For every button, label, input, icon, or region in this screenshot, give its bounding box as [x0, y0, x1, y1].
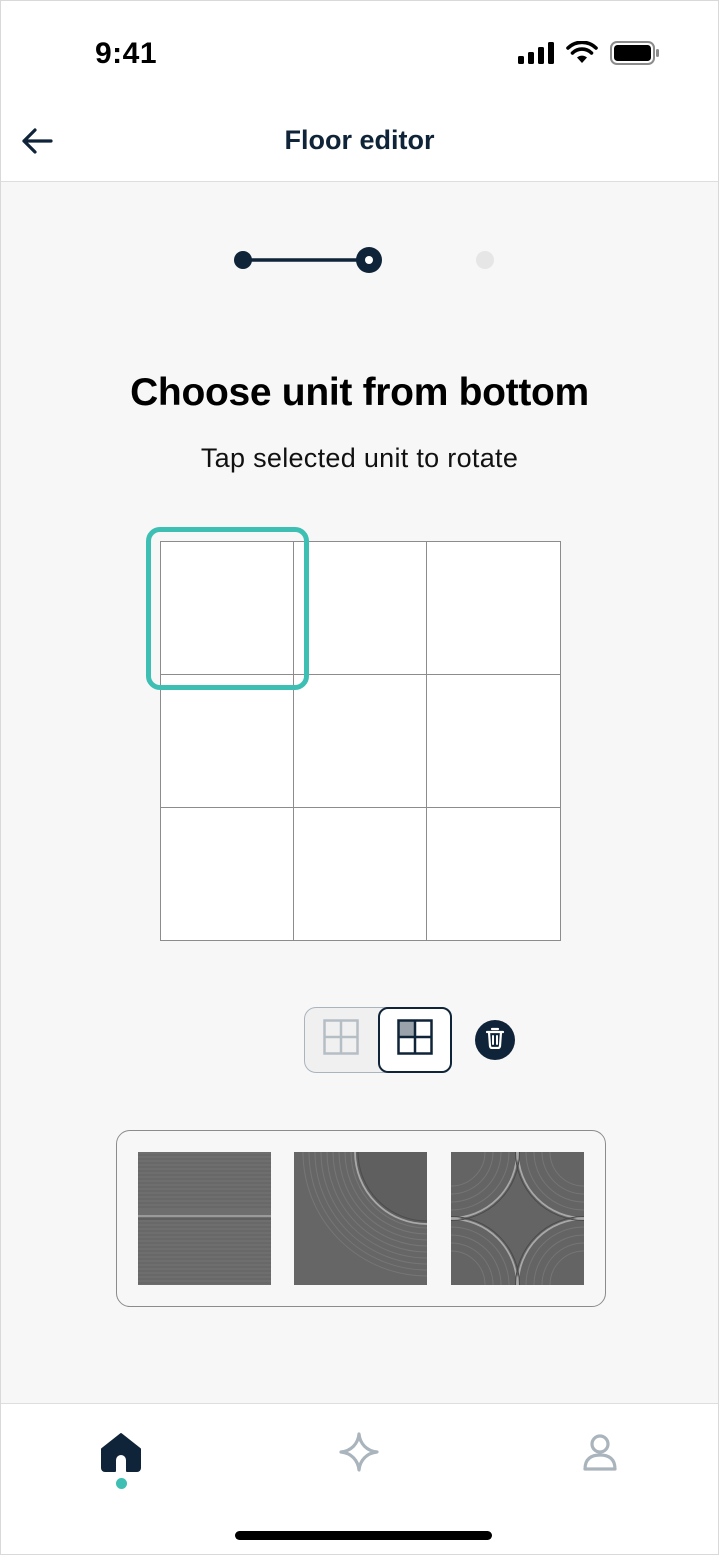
- top-app-bar: Floor editor: [1, 101, 718, 182]
- trash-icon: [485, 1027, 505, 1054]
- grid-mode-toggle: [304, 1006, 452, 1073]
- active-nav-indicator: [116, 1478, 127, 1489]
- grid-cell-1-1[interactable]: [161, 542, 294, 675]
- step-3-dot: [476, 251, 494, 269]
- grid-cell-2-2[interactable]: [294, 675, 427, 808]
- grid-cell-3-3[interactable]: [427, 808, 560, 940]
- page-title: Choose unit from bottom: [130, 371, 589, 414]
- nav-home[interactable]: [91, 1424, 151, 1484]
- home-indicator: [235, 1531, 492, 1540]
- grid-cell-2-3[interactable]: [427, 675, 560, 808]
- step-1-dot: [234, 251, 252, 269]
- wifi-icon: [566, 40, 598, 70]
- app-screen: 9:41 Floor editor Choose unit from botto…: [0, 0, 719, 1555]
- page-header-title: Floor editor: [284, 125, 435, 155]
- tile-quarter-arc[interactable]: [294, 1152, 427, 1285]
- cellular-signal-icon: [518, 42, 554, 69]
- grid-cell-1-2[interactable]: [294, 542, 427, 675]
- nav-profile[interactable]: [570, 1424, 630, 1484]
- grid-cell-3-1[interactable]: [161, 808, 294, 940]
- bottom-navigation: [1, 1403, 718, 1554]
- grid-mode-quadrant-icon: [396, 1019, 433, 1060]
- grid-mode-plain-icon: [322, 1019, 359, 1060]
- grid-cell-2-1[interactable]: [161, 675, 294, 808]
- tile-picker: [116, 1130, 606, 1307]
- page-subtitle: Tap selected unit to rotate: [200, 443, 519, 473]
- main-content: Choose unit from bottom Tap selected uni…: [1, 182, 718, 1403]
- status-time: 9:41: [95, 37, 158, 70]
- floor-grid: [160, 541, 561, 941]
- grid-mode-quadrant-button[interactable]: [377, 1006, 452, 1073]
- nav-sparkle[interactable]: [329, 1424, 389, 1484]
- delete-button[interactable]: [475, 1020, 515, 1060]
- grid-cell-3-2[interactable]: [294, 808, 427, 940]
- grid-mode-plain-button[interactable]: [304, 1007, 378, 1073]
- sparkle-icon: [338, 1431, 380, 1478]
- home-icon: [100, 1432, 142, 1477]
- status-bar: 9:41: [1, 1, 718, 101]
- tile-stripe[interactable]: [138, 1152, 271, 1285]
- user-icon: [582, 1433, 618, 1476]
- tile-star[interactable]: [451, 1152, 584, 1285]
- grid-cell-1-3[interactable]: [427, 542, 560, 675]
- progress-stepper: [231, 246, 501, 274]
- battery-icon: [610, 41, 660, 70]
- status-icons: [518, 40, 660, 70]
